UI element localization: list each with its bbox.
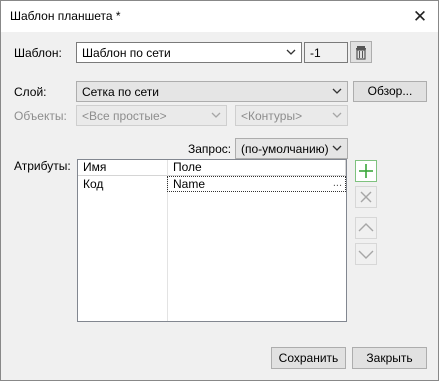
dialog-window: Шаблон планшета * ✕ Шаблон: Шаблон по се… bbox=[0, 0, 439, 381]
layer-select[interactable]: Сетка по сети bbox=[76, 81, 348, 102]
x-icon bbox=[360, 191, 372, 203]
field-value: Name bbox=[173, 177, 206, 191]
template-label: Шаблон: bbox=[14, 46, 62, 60]
window-title: Шаблон планшета * bbox=[10, 9, 121, 23]
query-select[interactable]: (по-умолчанию) bbox=[235, 138, 348, 159]
table-cell-name[interactable]: Код bbox=[78, 176, 167, 192]
column-header-field[interactable]: Поле bbox=[168, 160, 346, 176]
add-row-button[interactable] bbox=[355, 160, 377, 182]
objects-type-value: <Все простые> bbox=[82, 109, 167, 123]
save-button[interactable]: Сохранить bbox=[271, 347, 346, 369]
objects-type-select[interactable]: <Все простые> bbox=[76, 105, 227, 126]
ellipsis-button[interactable]: ... bbox=[333, 176, 342, 190]
chevron-down-icon bbox=[332, 112, 342, 118]
chevron-down-icon bbox=[286, 49, 296, 55]
chevron-down-icon bbox=[332, 88, 342, 94]
column-header-name[interactable]: Имя bbox=[78, 160, 168, 176]
objects-label: Объекты: bbox=[14, 109, 67, 123]
trash-icon bbox=[356, 46, 366, 60]
template-number: -1 bbox=[310, 46, 321, 60]
close-button[interactable]: Закрыть bbox=[352, 347, 427, 369]
objects-contour-value: <Контуры> bbox=[241, 109, 303, 123]
template-select[interactable]: Шаблон по сети bbox=[76, 42, 302, 63]
remove-row-button[interactable] bbox=[355, 186, 377, 208]
move-down-button[interactable] bbox=[355, 243, 377, 265]
delete-template-button[interactable] bbox=[350, 41, 372, 63]
chevron-down-icon bbox=[358, 250, 374, 259]
attributes-label: Атрибуты: bbox=[14, 159, 71, 173]
chevron-down-icon bbox=[211, 112, 221, 118]
plus-icon bbox=[359, 164, 373, 178]
table-cell-field[interactable]: Name ... bbox=[167, 176, 346, 192]
template-number-field[interactable]: -1 bbox=[304, 42, 348, 63]
move-up-button[interactable] bbox=[355, 217, 377, 239]
attributes-grid[interactable]: Имя Поле Код Name ... bbox=[77, 159, 347, 322]
browse-button[interactable]: Обзор... bbox=[353, 81, 427, 102]
chevron-down-icon bbox=[332, 145, 342, 151]
chevron-up-icon bbox=[358, 223, 374, 232]
title-bar: Шаблон планшета * ✕ bbox=[1, 1, 438, 32]
query-value: (по-умолчанию) bbox=[241, 142, 329, 156]
template-value: Шаблон по сети bbox=[82, 46, 171, 60]
objects-contour-select[interactable]: <Контуры> bbox=[235, 105, 348, 126]
layer-label: Слой: bbox=[14, 85, 47, 99]
query-label: Запрос: bbox=[188, 142, 232, 156]
layer-value: Сетка по сети bbox=[82, 85, 159, 99]
close-icon[interactable]: ✕ bbox=[402, 4, 438, 29]
